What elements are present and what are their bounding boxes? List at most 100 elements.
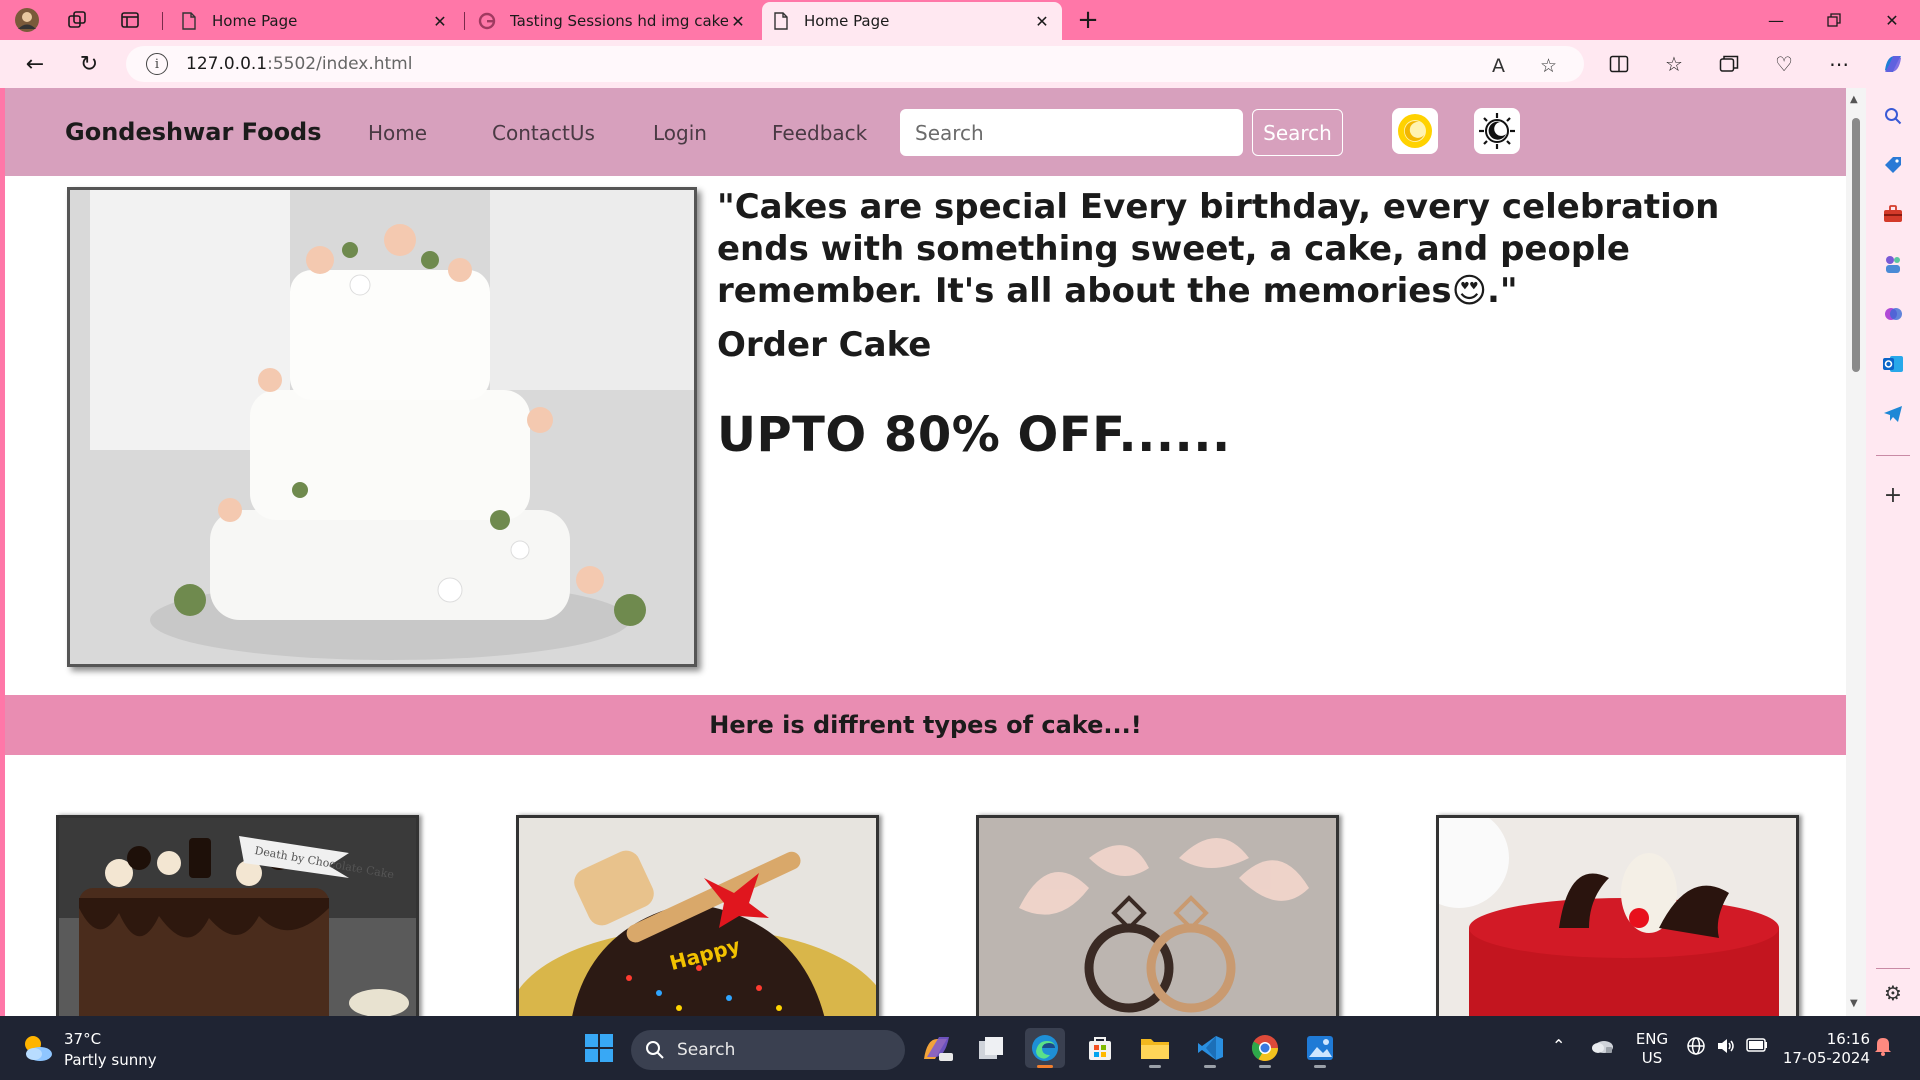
- lang-primary: ENG: [1635, 1030, 1669, 1048]
- hero-cake-image: [67, 187, 697, 667]
- scroll-thumb[interactable]: [1852, 118, 1860, 372]
- tab-title: Home Page: [804, 12, 890, 30]
- cake-card-pinata[interactable]: Happy: [516, 815, 879, 1016]
- site-info-icon[interactable]: i: [146, 53, 168, 75]
- split-screen-icon[interactable]: [1602, 48, 1636, 80]
- lang-region: US: [1641, 1049, 1663, 1067]
- cake-card-red-velvet[interactable]: [1436, 815, 1799, 1016]
- url-field[interactable]: i 127.0.0.1:5502/index.html A ☆: [126, 46, 1584, 82]
- tray-overflow-icon[interactable]: ⌃: [1552, 1036, 1565, 1055]
- photos-icon[interactable]: [1300, 1028, 1340, 1068]
- nav-home-link[interactable]: Home: [368, 121, 427, 145]
- hero-quote: "Cakes are special Every birthday, every…: [717, 187, 1720, 311]
- clock-time: 16:16: [1826, 1030, 1870, 1048]
- new-tab-icon[interactable]: +: [1073, 5, 1103, 35]
- site-navbar: Gondeshwar Foods Home ContactUs Login Fe…: [5, 88, 1846, 176]
- battery-icon[interactable]: [1746, 1038, 1768, 1056]
- copilot-taskbar-icon[interactable]: [917, 1028, 957, 1068]
- windows-taskbar: 37°C Partly sunny Search ⌃ ENG US 16:16 …: [0, 1016, 1920, 1080]
- chrome-icon[interactable]: [1245, 1028, 1285, 1068]
- volume-icon[interactable]: [1716, 1036, 1736, 1060]
- file-explorer-icon[interactable]: [1135, 1028, 1175, 1068]
- tab-close-icon[interactable]: ✕: [430, 12, 450, 31]
- address-bar-row: ← ↻ i 127.0.0.1:5502/index.html A ☆ ☆ ♡ …: [0, 40, 1920, 88]
- taskbar-search[interactable]: Search: [631, 1030, 905, 1070]
- tab-close-icon[interactable]: ✕: [1032, 12, 1052, 31]
- copilot-app-icon[interactable]: [1879, 301, 1907, 327]
- cake-card-chocolate[interactable]: Death by Chocolate Cake: [56, 815, 419, 1016]
- tab-tasting-sessions[interactable]: Tasting Sessions hd img cake - G ✕: [468, 2, 758, 40]
- tab-separator: [464, 12, 465, 30]
- tab-home-page-1[interactable]: Home Page ✕: [170, 2, 460, 40]
- windows-start-icon[interactable]: [579, 1028, 619, 1068]
- tab-title: Tasting Sessions hd img cake - G: [510, 12, 728, 30]
- language-indicator[interactable]: ENG US: [1632, 1030, 1672, 1068]
- more-menu-icon[interactable]: ⋯: [1822, 48, 1856, 80]
- tab-title: Home Page: [212, 12, 298, 30]
- search-icon[interactable]: [1879, 103, 1907, 129]
- weather-temp[interactable]: 37°C: [64, 1030, 101, 1048]
- tab-close-icon[interactable]: ✕: [728, 12, 748, 31]
- weather-icon[interactable]: [20, 1032, 54, 1068]
- cake-card-rings[interactable]: [976, 815, 1339, 1016]
- page-icon: [772, 12, 790, 30]
- url-text: 127.0.0.1:5502/index.html: [186, 54, 413, 74]
- nav-feedback-link[interactable]: Feedback: [772, 121, 867, 145]
- profile-avatar-icon[interactable]: [12, 6, 42, 34]
- order-cake-heading[interactable]: Order Cake: [717, 325, 931, 365]
- edge-sidebar: + ⚙: [1866, 88, 1920, 1016]
- scroll-down-icon[interactable]: ▼: [1850, 998, 1858, 1009]
- weather-desc[interactable]: Partly sunny: [64, 1051, 157, 1069]
- page-viewport: Gondeshwar Foods Home ContactUs Login Fe…: [5, 88, 1846, 1016]
- sidebar-settings-icon[interactable]: ⚙: [1879, 980, 1907, 1006]
- restore-icon[interactable]: [1806, 0, 1862, 40]
- site-search-input[interactable]: [900, 109, 1243, 156]
- sidebar-divider: [1876, 455, 1910, 456]
- minimize-icon[interactable]: —: [1748, 0, 1804, 40]
- browser-essentials-icon[interactable]: ♡: [1767, 48, 1801, 80]
- favorite-star-icon[interactable]: ☆: [1540, 55, 1557, 77]
- refresh-icon[interactable]: ↻: [72, 48, 106, 80]
- tab-strip: Home Page ✕ Tasting Sessions hd img cake…: [0, 0, 1920, 40]
- tab-separator: [162, 12, 163, 30]
- onedrive-icon[interactable]: [1590, 1036, 1614, 1058]
- site-search-button[interactable]: Search: [1252, 109, 1343, 156]
- copilot-icon[interactable]: [1876, 48, 1910, 80]
- vscode-icon[interactable]: [1190, 1028, 1230, 1068]
- shopping-tag-icon[interactable]: [1879, 152, 1907, 178]
- scroll-up-icon[interactable]: ▲: [1850, 94, 1858, 105]
- page-scrollbar[interactable]: ▲ ▼: [1846, 88, 1866, 1016]
- collections-icon[interactable]: [1712, 48, 1746, 80]
- google-icon: [478, 12, 496, 30]
- taskbar-search-label: Search: [677, 1040, 736, 1060]
- nav-login-link[interactable]: Login: [653, 121, 707, 145]
- page-icon: [180, 12, 198, 30]
- nav-contactus-link[interactable]: ContactUs: [492, 121, 595, 145]
- search-icon: [646, 1041, 664, 1059]
- read-aloud-icon[interactable]: A: [1492, 55, 1505, 77]
- edge-taskbar-icon[interactable]: [1025, 1028, 1065, 1068]
- workspaces-icon[interactable]: [62, 6, 92, 34]
- sidebar-divider: [1876, 968, 1910, 969]
- microsoft-store-icon[interactable]: [1080, 1028, 1120, 1068]
- tools-briefcase-icon[interactable]: [1879, 201, 1907, 227]
- sun-moon-icon: [1398, 114, 1432, 148]
- favorites-icon[interactable]: ☆: [1657, 48, 1691, 80]
- close-window-icon[interactable]: ✕: [1864, 0, 1920, 40]
- add-sidebar-app-icon[interactable]: +: [1879, 482, 1907, 508]
- light-mode-button[interactable]: [1392, 108, 1438, 154]
- tab-actions-icon[interactable]: [115, 6, 145, 34]
- outlook-icon[interactable]: [1879, 351, 1907, 377]
- tab-home-page-active[interactable]: Home Page ✕: [762, 2, 1062, 40]
- network-icon[interactable]: [1686, 1036, 1706, 1060]
- back-icon[interactable]: ←: [18, 48, 52, 80]
- clock-date: 17-05-2024: [1782, 1049, 1870, 1067]
- site-brand[interactable]: Gondeshwar Foods: [65, 118, 322, 146]
- notification-bell-icon[interactable]: [1874, 1036, 1892, 1060]
- dark-mode-button[interactable]: [1474, 108, 1520, 154]
- clock[interactable]: 16:16 17-05-2024: [1780, 1030, 1870, 1068]
- offer-heading: UPTO 80% OFF......: [717, 407, 1231, 463]
- task-view-icon[interactable]: [971, 1028, 1011, 1068]
- games-icon[interactable]: [1879, 251, 1907, 277]
- send-telegram-icon[interactable]: [1879, 401, 1907, 427]
